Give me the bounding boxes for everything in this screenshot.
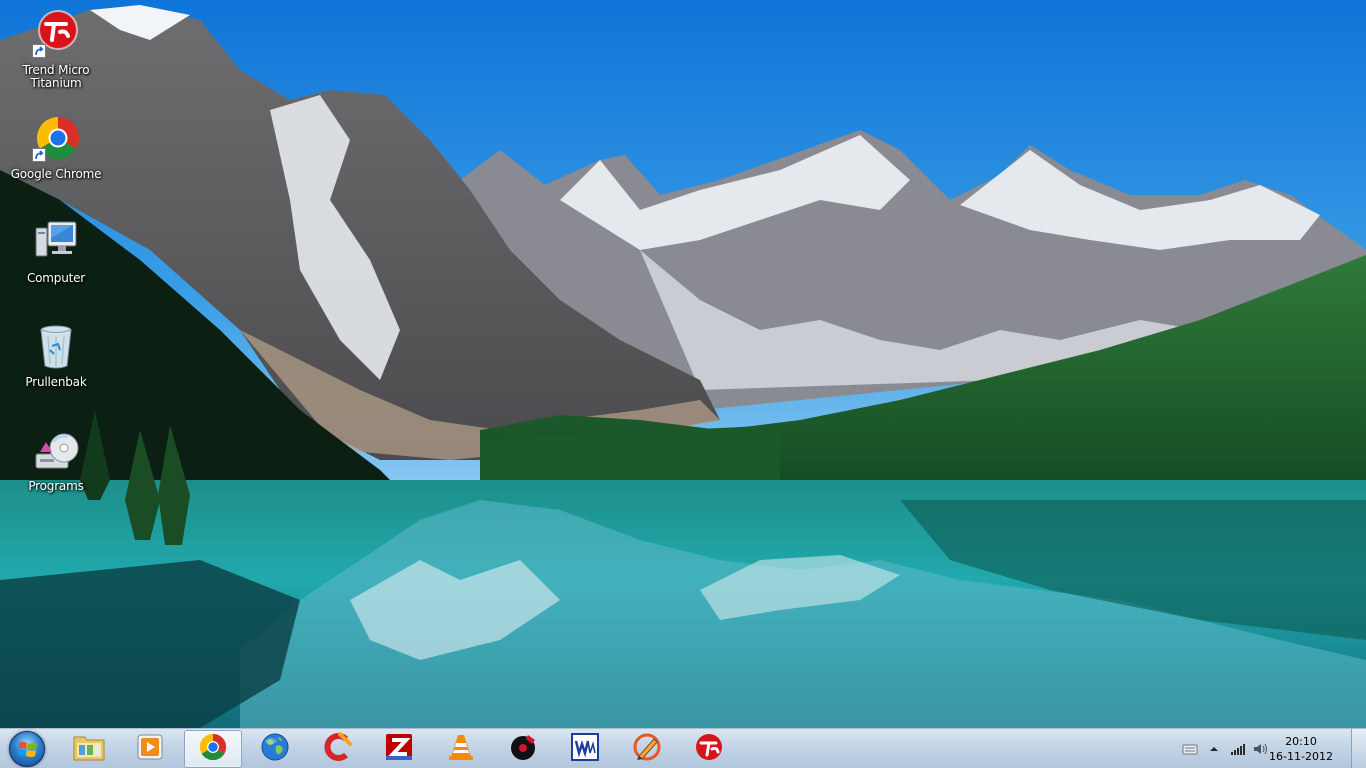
media-player-icon — [136, 733, 164, 766]
network-signal-icon[interactable] — [1230, 742, 1246, 756]
taskbar-media-player-button[interactable] — [121, 730, 179, 768]
desktop-icon-label: Programs — [28, 479, 84, 493]
start-button[interactable] — [2, 729, 52, 768]
programs-icon — [32, 426, 80, 474]
keyboard-icon[interactable] — [1182, 742, 1198, 756]
vlc-icon — [446, 732, 476, 767]
desktop-icon-trend-micro[interactable]: Trend Micro Titanium — [6, 4, 106, 100]
taskbar-filezilla-button[interactable] — [370, 730, 428, 768]
pencil-app-icon — [632, 732, 662, 767]
file-explorer-icon — [73, 733, 105, 766]
desktop-icon-label: Prullenbak — [25, 375, 87, 389]
desktop-icon-label: Google Chrome — [10, 167, 102, 181]
clock-time: 20:10 — [1285, 735, 1317, 748]
chrome-icon — [32, 114, 80, 162]
taskbar: 20:10 16-11-2012 — [0, 728, 1366, 768]
music-player-icon — [508, 732, 538, 767]
chrome-icon — [198, 732, 228, 767]
word-icon — [570, 732, 600, 767]
show-desktop-button[interactable] — [1351, 729, 1366, 768]
taskbar-chrome-button[interactable] — [184, 730, 242, 768]
taskbar-word-button[interactable] — [556, 730, 614, 768]
taskbar-music-player-button[interactable] — [494, 730, 552, 768]
globe-icon — [260, 732, 290, 767]
desktop-icon-area: Trend Micro Titanium Google Chrome Compu… — [0, 0, 112, 520]
desktop-icon-label: Computer — [26, 271, 86, 285]
desktop-icon-label: Trend Micro Titanium — [22, 63, 90, 90]
taskbar-file-explorer-button[interactable] — [60, 730, 118, 768]
ccleaner-icon — [322, 731, 352, 767]
taskbar-clock[interactable]: 20:10 16-11-2012 — [1266, 734, 1336, 764]
taskbar-trend-micro-button[interactable] — [680, 730, 738, 768]
desktop-icon-google-chrome[interactable]: Google Chrome — [6, 108, 106, 204]
filezilla-icon — [384, 732, 414, 767]
taskbar-globe-button[interactable] — [246, 730, 304, 768]
start-orb-icon — [9, 731, 45, 767]
computer-icon — [32, 218, 80, 266]
clock-date: 16-11-2012 — [1269, 750, 1333, 763]
trend-micro-icon — [32, 10, 80, 58]
system-tray: 20:10 16-11-2012 — [1176, 729, 1366, 768]
trend-micro-icon — [694, 732, 724, 767]
shortcut-arrow-icon — [32, 148, 46, 162]
desktop-icon-recycle-bin[interactable]: Prullenbak — [6, 316, 106, 412]
taskbar-pencil-app-button[interactable] — [618, 730, 676, 768]
desktop-wallpaper — [0, 0, 1366, 728]
show-hidden-icons-arrow[interactable] — [1206, 742, 1222, 756]
taskbar-ccleaner-button[interactable] — [308, 730, 366, 768]
taskbar-vlc-button[interactable] — [432, 730, 490, 768]
recycle-bin-icon — [32, 322, 80, 370]
desktop-icon-computer[interactable]: Computer — [6, 212, 106, 308]
desktop-icon-programs[interactable]: Programs — [6, 420, 106, 516]
shortcut-arrow-icon — [32, 44, 46, 58]
